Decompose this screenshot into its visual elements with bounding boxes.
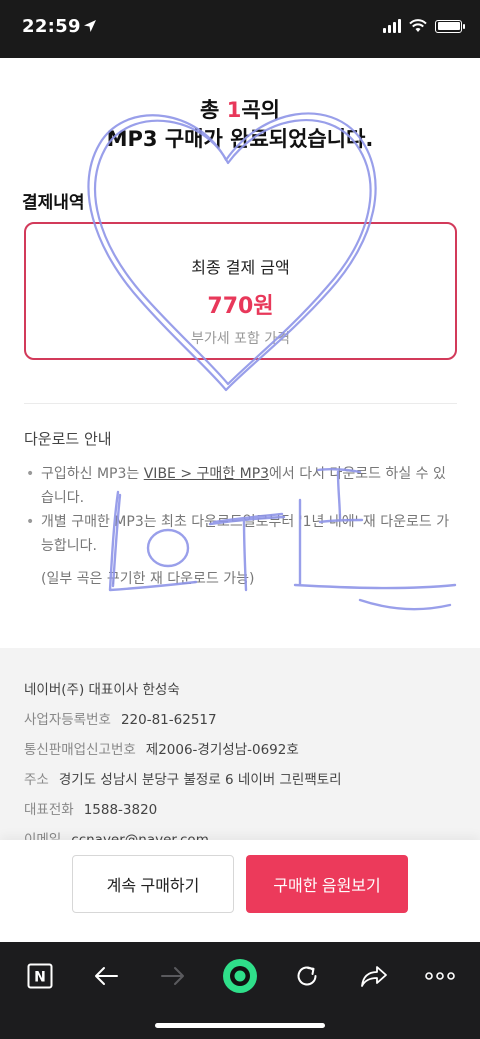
divider (24, 403, 457, 404)
payment-summary-box: 최종 결제 금액 770원 부가세 포함 가격 (24, 222, 457, 360)
location-arrow-icon (84, 20, 96, 32)
download-note: (일부 곡은 구기한 재 다운로드 가능) (41, 571, 255, 587)
continue-shopping-button[interactable]: 계속 구매하기 (72, 855, 234, 913)
company-name: 네이버(주) 대표이사 한성숙 (24, 682, 180, 698)
payment-section-title: 결제내역 (22, 193, 85, 213)
list-item: 개별 구매한 MP3는 최초 다운로드일로부터 '1년 내에' 재 다운로드 가… (24, 510, 454, 558)
status-bar: 22:59 (0, 0, 480, 58)
purchase-complete-title: 총 1곡의 MP3 구매가 완료되었습니다. (106, 98, 374, 151)
download-guide-list: 구입하신 MP3는 VIBE > 구매한 MP3에서 다시 다운로드 하실 수 … (24, 462, 454, 558)
ecommerce-row: 통신판매업신고번호 제2006-경기성남-0692호 (24, 742, 299, 758)
battery-icon (435, 19, 465, 33)
reload-icon[interactable] (289, 958, 325, 994)
biz-reg-row: 사업자등록번호 220-81-62517 (24, 712, 217, 728)
status-icons (383, 19, 465, 33)
company-footer: 네이버(주) 대표이사 한성숙 사업자등록번호 220-81-62517 통신판매… (0, 648, 480, 848)
cellular-signal-icon (383, 19, 401, 33)
song-count: 1 (226, 98, 242, 122)
vat-note: 부가세 포함 가격 (190, 331, 291, 347)
back-arrow-icon[interactable] (88, 958, 124, 994)
bottom-action-bar: 계속 구매하기 구매한 음원보기 (0, 840, 480, 942)
purchased-mp3-link[interactable]: VIBE > 구매한 MP3 (144, 466, 269, 482)
view-purchased-music-button[interactable]: 구매한 음원보기 (246, 855, 408, 913)
final-amount: 770원 (207, 294, 274, 319)
home-green-circle-icon[interactable] (222, 958, 258, 994)
forward-arrow-icon[interactable] (155, 958, 191, 994)
download-guide-title: 다운로드 안내 (24, 430, 112, 448)
address-row: 주소 경기도 성남시 분당구 불정로 6 네이버 그린팩토리 (24, 772, 342, 788)
more-icon[interactable] (422, 958, 458, 994)
wifi-icon (409, 19, 427, 32)
browser-toolbar: N (0, 942, 480, 1039)
share-icon[interactable] (356, 958, 392, 994)
home-indicator (155, 1023, 325, 1028)
final-amount-label: 최종 결제 금액 (191, 258, 290, 277)
list-item: 구입하신 MP3는 VIBE > 구매한 MP3에서 다시 다운로드 하실 수 … (24, 462, 454, 510)
status-time: 22:59 (22, 16, 81, 37)
phone-row: 대표전화 1588-3820 (24, 802, 158, 818)
naver-n-icon[interactable]: N (22, 958, 58, 994)
svg-text:N: N (34, 970, 46, 986)
